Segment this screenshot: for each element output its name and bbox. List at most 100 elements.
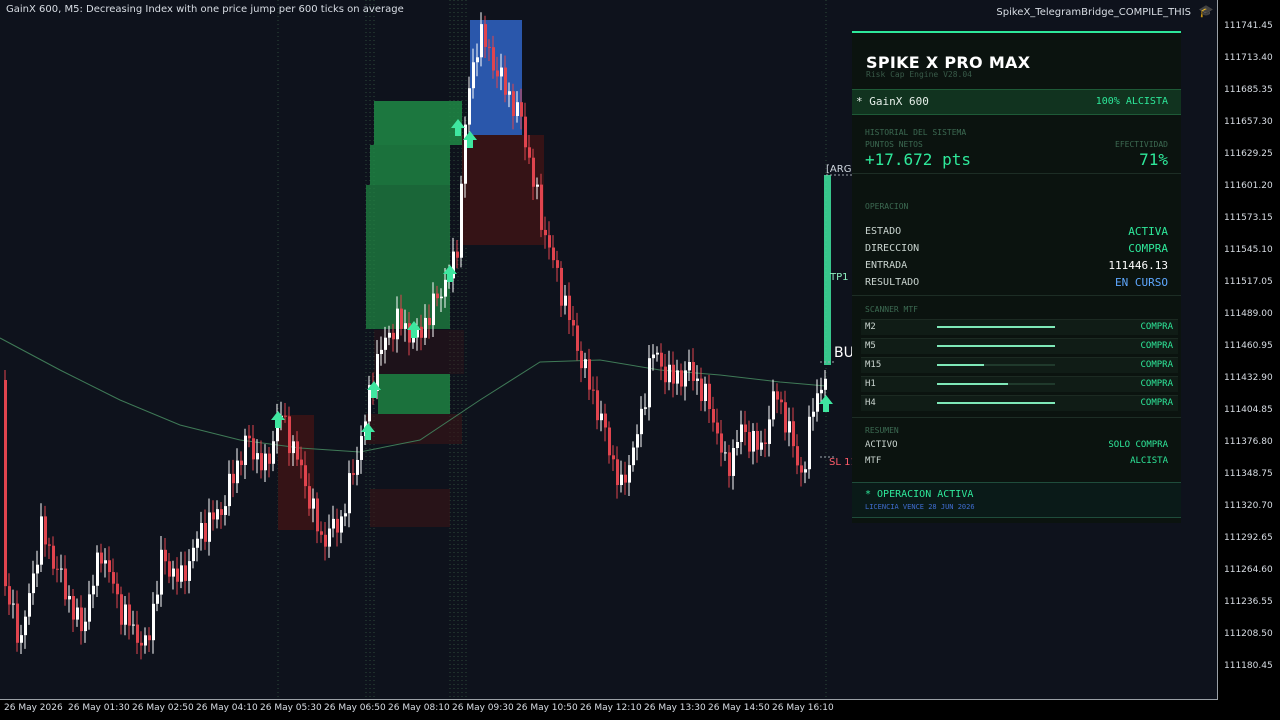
mtf-row-m15: M15 COMPRA — [861, 357, 1178, 373]
expert-advisor-name[interactable]: SpikeX_TelegramBridge_COMPILE_THIS — [996, 7, 1191, 18]
time-tick: 26 May 14:50 — [708, 703, 770, 713]
candle-body — [792, 421, 795, 447]
mtf-strength-fill — [937, 402, 1055, 404]
candle-body — [104, 560, 107, 564]
candle-body — [252, 438, 255, 460]
mtf-signal: COMPRA — [1140, 341, 1173, 351]
divider — [852, 173, 1181, 174]
candle-body — [736, 442, 739, 449]
candle-body — [720, 433, 723, 453]
summary-section-title: RESUMEN — [865, 426, 899, 435]
op-val-estado: ACTIVA — [1128, 225, 1168, 238]
op-key-resultado: RESULTADO — [865, 277, 920, 288]
candle-body — [756, 430, 759, 450]
mtf-strength-fill — [937, 345, 1055, 347]
price-tick: 111657.30 — [1224, 117, 1273, 127]
price-tick: 111741.45 — [1224, 21, 1273, 31]
candle-body — [724, 452, 727, 454]
candle-body — [656, 352, 659, 355]
graduation-cap-icon[interactable]: 🎓 — [1198, 4, 1214, 18]
candle-body — [232, 473, 235, 484]
license-expiry: LICENCIA VENCE 28 JUN 2026 — [865, 503, 975, 511]
candle-body — [436, 293, 439, 299]
price-axis[interactable]: 111741.45 111713.40 111685.35 111657.30 1116… — [1218, 0, 1280, 700]
candle-body — [128, 604, 131, 626]
price-tick: 111573.15 — [1224, 213, 1273, 223]
candle-body — [628, 465, 631, 483]
efficiency-value: 71% — [1139, 150, 1168, 169]
candle-body — [140, 642, 143, 646]
candle-body — [608, 427, 611, 456]
candle-body — [36, 564, 39, 574]
candle-body — [116, 583, 119, 595]
candle-body — [168, 561, 171, 577]
price-tick: 111460.95 — [1224, 341, 1273, 351]
candle-body — [148, 635, 151, 641]
mtf-strength-bar — [937, 326, 1055, 328]
points-value: +17.672 pts — [865, 150, 971, 169]
candle-body — [8, 586, 11, 605]
time-tick: 26 May 01:30 — [68, 703, 130, 713]
candle-body — [472, 62, 475, 89]
op-val-resultado: EN CURSO — [1115, 276, 1168, 289]
candle-body — [40, 516, 43, 565]
signal-zone — [378, 374, 450, 414]
candle-body — [740, 424, 743, 443]
candle-body — [508, 91, 511, 95]
candle-body — [236, 460, 239, 484]
candle-body — [84, 621, 87, 632]
price-tick: 111517.05 — [1224, 277, 1273, 287]
candle-body — [484, 24, 487, 47]
candle-body — [636, 434, 639, 448]
candle-body — [160, 549, 163, 595]
price-tick: 111292.65 — [1224, 533, 1273, 543]
candle-body — [704, 383, 707, 402]
candle-body — [604, 413, 607, 428]
candle-body — [380, 349, 383, 354]
candle-body — [340, 516, 343, 533]
candle-body — [688, 362, 691, 371]
time-tick: 26 May 13:30 — [644, 703, 706, 713]
candle-body — [596, 390, 599, 421]
price-tick: 111264.60 — [1224, 565, 1273, 575]
price-chart[interactable]: GainX 600, M5: Decreasing Index with one… — [0, 0, 1218, 700]
mtf-row-h1: H1 COMPRA — [861, 376, 1178, 392]
candle-body — [552, 247, 555, 261]
summary-key-activo: ACTIVO — [865, 440, 898, 450]
candle-body — [368, 385, 371, 422]
signal-zone — [370, 489, 450, 527]
candle-body — [804, 469, 807, 473]
candle-body — [528, 147, 531, 158]
candle-body — [824, 378, 827, 390]
candle-body — [400, 308, 403, 329]
mtf-signal: COMPRA — [1140, 379, 1173, 389]
candle-body — [332, 518, 335, 529]
time-tick: 26 May 10:50 — [516, 703, 578, 713]
candle-body — [496, 70, 499, 77]
candle-body — [492, 47, 495, 71]
candle-body — [260, 453, 263, 471]
candle-body — [176, 568, 179, 582]
candle-body — [480, 24, 483, 58]
candle-body — [644, 407, 647, 409]
time-tick: 26 May 2026 — [4, 703, 63, 713]
candle-body — [384, 337, 387, 350]
candle-body — [240, 460, 243, 465]
candle-body — [60, 568, 63, 570]
candle-body — [560, 267, 563, 306]
mtf-strength-bar — [937, 364, 1055, 366]
candle-body — [664, 366, 667, 383]
efficiency-label: EFECTIVIDAD — [1115, 140, 1168, 149]
time-axis[interactable]: 26 May 2026 26 May 01:30 26 May 02:50 26 Ma… — [0, 700, 1218, 720]
candle-body — [212, 512, 215, 520]
candle-body — [700, 378, 703, 402]
mtf-timeframe: M15 — [865, 360, 882, 370]
candle-body — [396, 308, 399, 340]
mtf-signal: COMPRA — [1140, 398, 1173, 408]
time-tick: 26 May 12:10 — [580, 703, 642, 713]
candle-body — [188, 561, 191, 581]
candle-body — [540, 184, 543, 230]
price-tick: 111320.70 — [1224, 501, 1273, 511]
candle-body — [284, 415, 287, 417]
candle-body — [748, 432, 751, 452]
